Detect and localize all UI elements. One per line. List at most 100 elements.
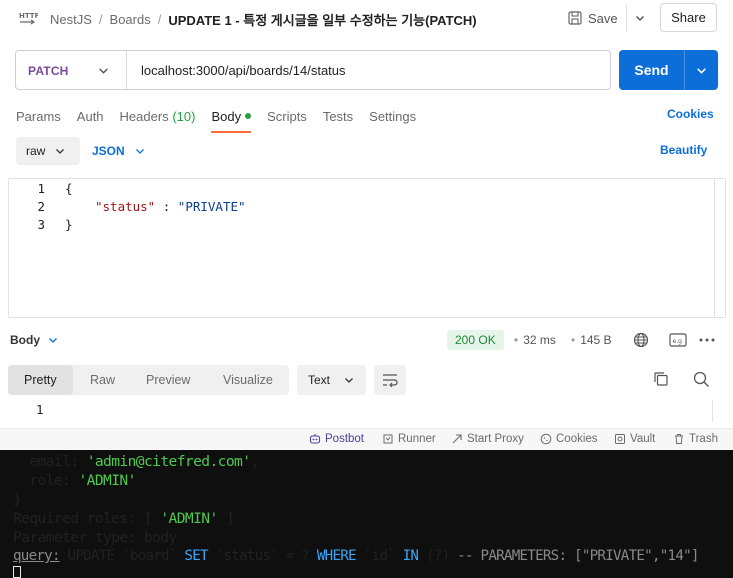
beautify-button[interactable]: Beautify — [660, 143, 707, 157]
body-type-select[interactable]: raw — [16, 137, 80, 165]
line-number: 1 — [37, 181, 45, 196]
query-update: UPDATE `board` — [59, 548, 185, 564]
code-open-brace: { — [65, 181, 73, 196]
chevron-down-icon — [56, 149, 65, 154]
breadcrumb-folder[interactable]: Boards — [110, 12, 151, 27]
view-visualize[interactable]: Visualize — [223, 365, 273, 395]
globe-icon[interactable] — [633, 332, 649, 348]
response-scrollbar[interactable] — [712, 400, 726, 422]
tab-tests[interactable]: Tests — [323, 109, 353, 124]
copy-icon[interactable] — [653, 371, 669, 387]
terminal-line-role: role: 'ADMIN' — [13, 472, 136, 489]
terminal-line-roles: Required roles: [ 'ADMIN' ] — [13, 510, 235, 527]
view-raw[interactable]: Raw — [90, 365, 115, 395]
cookies-footer-label: Cookies — [556, 433, 598, 445]
trash-label: Trash — [689, 433, 718, 445]
postbot-button[interactable]: Postbot — [309, 433, 364, 445]
postbot-icon — [309, 434, 321, 444]
request-title[interactable]: UPDATE 1 - 특정 게시글을 일부 수정하는 기능(PATCH) — [168, 10, 476, 29]
http-icon: HTTP — [19, 12, 38, 25]
runner-icon — [383, 434, 393, 444]
roles-prefix: Required roles: [ — [13, 510, 161, 527]
save-response-icon[interactable]: e.g — [669, 332, 687, 348]
tab-body-label: Body — [211, 108, 242, 124]
response-line-number: 1 — [36, 402, 44, 417]
body-format-select[interactable]: JSON — [92, 137, 145, 165]
editor-scrollbar[interactable] — [714, 179, 726, 317]
cookies-footer-button[interactable]: Cookies — [540, 433, 598, 445]
svg-text:e.g: e.g — [673, 338, 683, 345]
body-indicator-dot — [245, 112, 252, 119]
vault-button[interactable]: Vault — [614, 433, 655, 445]
breadcrumb: NestJS / Boards / UPDATE 1 - 특정 게시글을 일부 … — [50, 10, 477, 29]
response-format-select[interactable]: Text — [297, 365, 366, 395]
send-button[interactable]: Send — [619, 50, 684, 90]
code-line-status: "status" : "PRIVATE" — [95, 199, 246, 214]
cookie-icon — [540, 433, 552, 445]
response-body-select[interactable]: Body — [10, 333, 58, 347]
query-rest: (?) — [418, 548, 458, 564]
response-size[interactable]: • 145 B — [571, 333, 612, 347]
tab-body[interactable]: Body — [211, 108, 252, 133]
cookies-link[interactable]: Cookies — [667, 107, 714, 121]
terminal-line-param-type: Parameter type: body — [13, 529, 177, 546]
terminal-cursor — [13, 566, 21, 578]
tab-auth[interactable]: Auth — [77, 109, 104, 124]
query-params: -- PARAMETERS: ["PRIVATE","14"] — [457, 548, 699, 564]
response-size-value: 145 B — [580, 333, 612, 347]
body-type-label: raw — [26, 144, 46, 158]
runner-button[interactable]: Runner — [382, 433, 436, 445]
request-tabs: Params Auth Headers (10) Body Scripts Te… — [16, 106, 432, 133]
tab-headers-label: Headers — [119, 108, 169, 124]
url-input[interactable]: localhost:3000/api/boards/14/status — [141, 63, 346, 78]
request-header: HTTP NestJS / Boards / UPDATE 1 - 특정 게시글… — [0, 0, 733, 36]
method-select[interactable]: PATCH — [16, 51, 127, 89]
tab-params[interactable]: Params — [16, 109, 61, 124]
breadcrumb-collection[interactable]: NestJS — [50, 12, 92, 27]
send-options-button[interactable] — [685, 50, 718, 90]
line-number: 2 — [37, 199, 45, 214]
start-proxy-button[interactable]: Start Proxy — [451, 433, 524, 445]
vault-label: Vault — [630, 433, 656, 445]
roles-suffix: ] — [217, 510, 235, 527]
request-body-editor[interactable]: 1 2 3 { "status" : "PRIVATE" } — [8, 178, 726, 318]
json-colon: : — [155, 199, 178, 214]
bullet: • — [514, 333, 519, 347]
response-format-label: Text — [308, 373, 331, 387]
tab-headers[interactable]: Headers (10) — [120, 109, 196, 124]
search-icon[interactable] — [693, 371, 710, 388]
terminal-line-email: email: 'admin@citefred.com', — [13, 453, 259, 470]
chevron-down-icon — [635, 16, 644, 21]
query-label: query: — [13, 548, 60, 564]
terminal-line-close: } — [13, 491, 22, 508]
tab-scripts[interactable]: Scripts — [267, 109, 307, 124]
response-time[interactable]: • 32 ms — [514, 333, 556, 347]
svg-text:HTTP: HTTP — [19, 12, 38, 20]
wrap-lines-button[interactable] — [374, 365, 406, 395]
breadcrumb-separator: / — [157, 12, 162, 27]
bullet: • — [571, 333, 576, 347]
headers-count: (10) — [172, 108, 196, 124]
view-pretty[interactable]: Pretty — [8, 365, 73, 395]
body-format-label: JSON — [92, 144, 125, 158]
vault-icon — [615, 434, 625, 444]
view-preview[interactable]: Preview — [146, 365, 190, 395]
more-options-icon[interactable] — [698, 332, 716, 348]
save-label: Save — [588, 10, 618, 26]
json-key: "status" — [95, 199, 156, 214]
save-options-button[interactable] — [626, 4, 652, 32]
email-key: email: — [13, 453, 87, 470]
runner-label: Runner — [398, 433, 436, 445]
line-number: 3 — [37, 217, 45, 232]
chevron-down-icon — [697, 67, 706, 74]
code-close-brace: } — [65, 217, 73, 232]
share-button[interactable]: Share — [660, 3, 717, 32]
save-button[interactable]: Save — [568, 7, 618, 29]
response-body-label: Body — [10, 333, 40, 347]
status-badge[interactable]: 200 OK — [447, 330, 504, 350]
tab-settings[interactable]: Settings — [369, 109, 416, 124]
role-value: 'ADMIN' — [78, 472, 137, 489]
method-label: PATCH — [28, 64, 69, 78]
chevron-down-icon — [135, 149, 144, 154]
trash-button[interactable]: Trash — [673, 433, 718, 445]
